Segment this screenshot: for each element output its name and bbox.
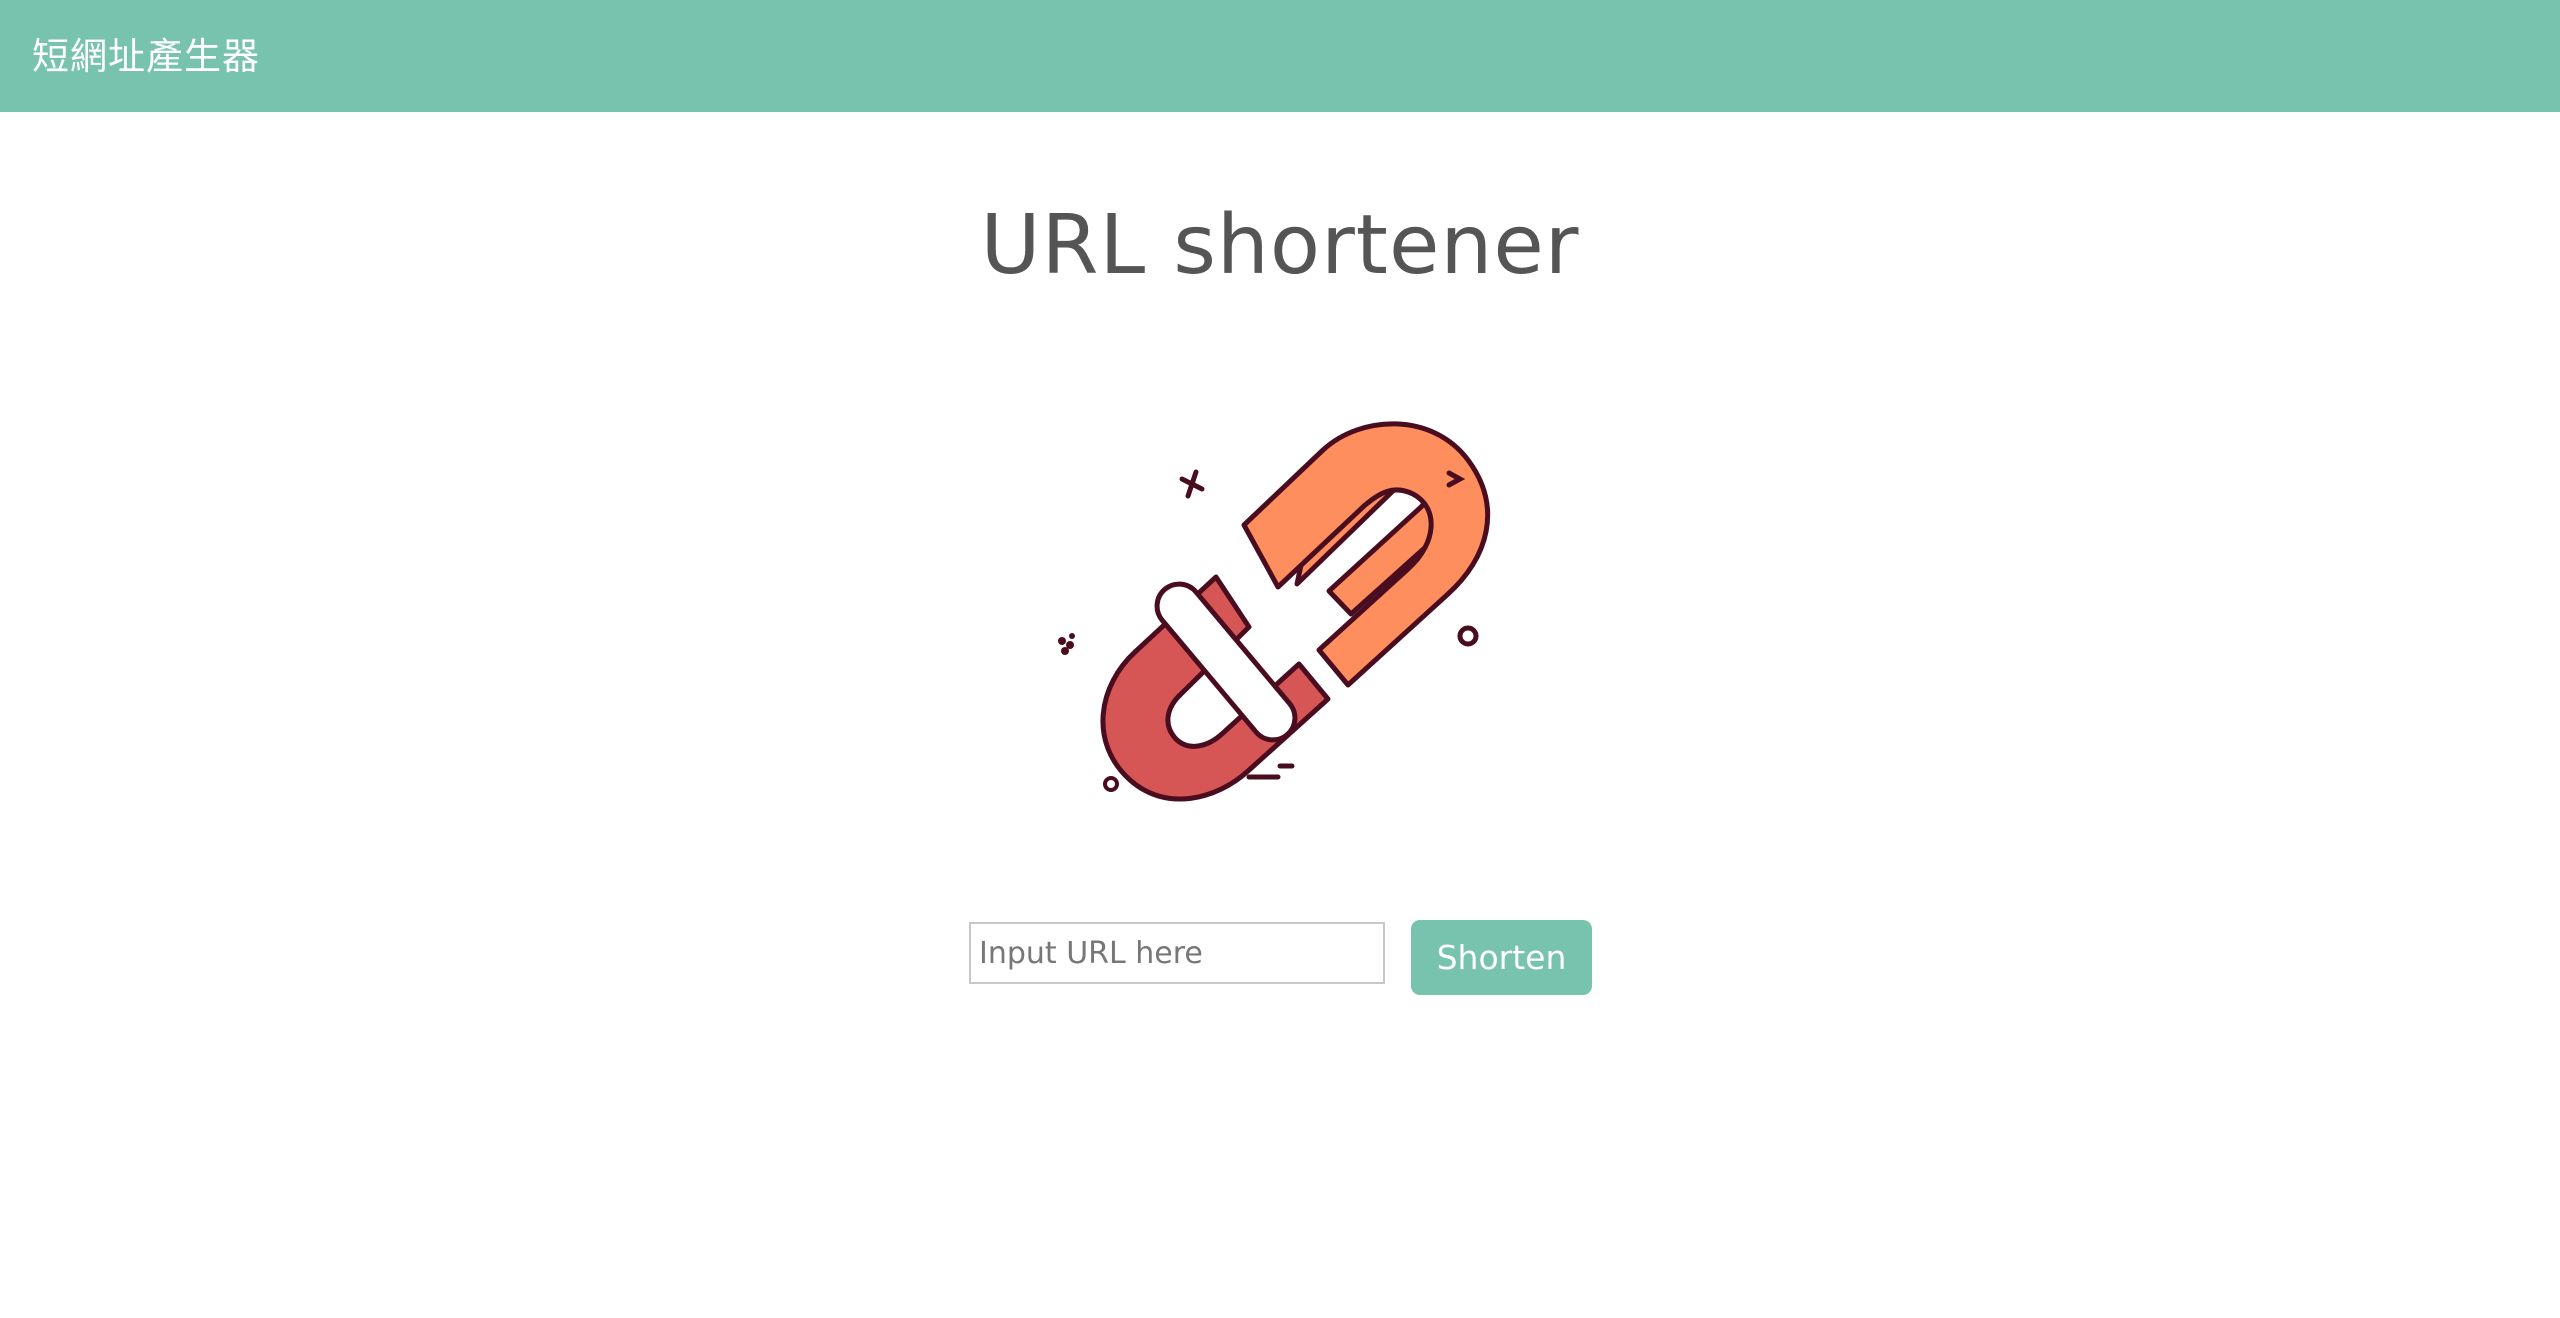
page-title: URL shortener [980,198,1580,293]
brand-link[interactable]: 短網址產生器 [32,38,260,75]
broken-link-icon [968,322,1568,902]
shorten-button[interactable]: Shorten [1411,920,1592,995]
url-input[interactable] [969,922,1385,984]
top-navbar: 短網址產生器 [0,0,2560,112]
